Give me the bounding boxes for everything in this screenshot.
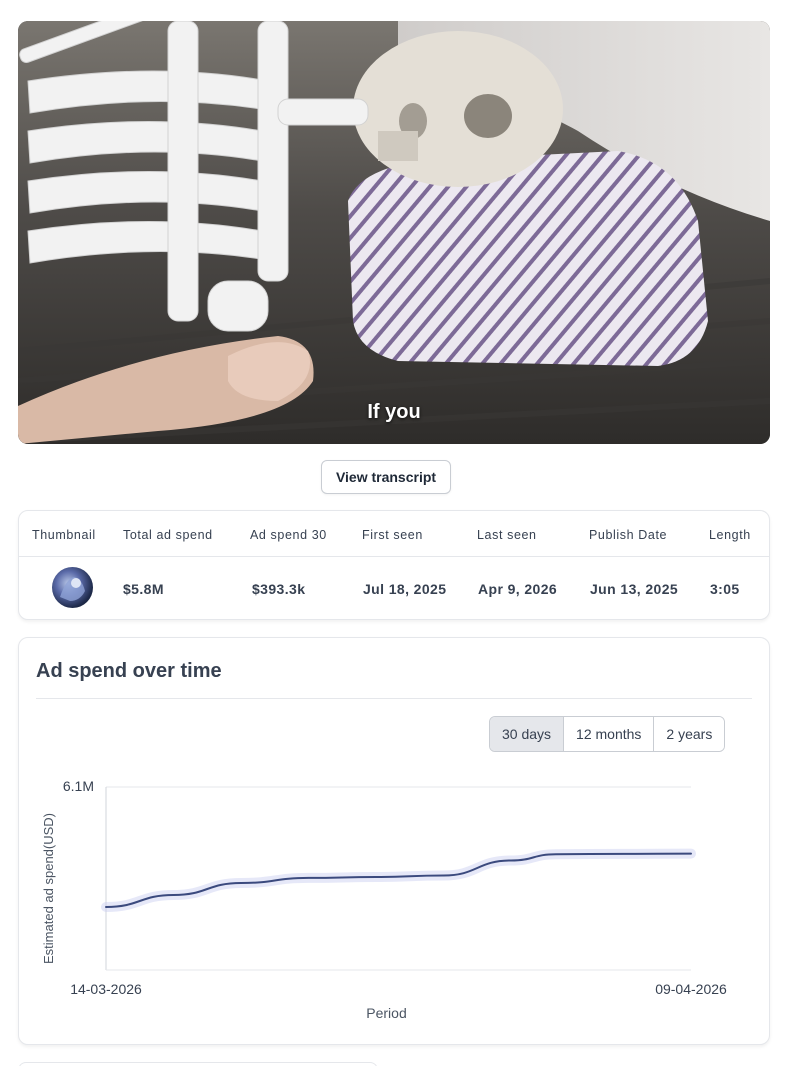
last-seen-value: Apr 9, 2026 [478, 581, 558, 597]
header-length: Length [709, 528, 751, 542]
ad-spend-line-chart: 6.1M 14-03-2026 09-04-2026 Period Estimated … [41, 778, 727, 1021]
video-player[interactable]: If you [18, 21, 770, 444]
x-tick-label-start: 14-03-2026 [70, 981, 142, 997]
header-thumbnail: Thumbnail [32, 528, 96, 542]
ad-spend-chart-card: Ad spend over time 30 days 12 months 2 y… [18, 637, 770, 1045]
y-tick-label: 6.1M [63, 778, 94, 794]
header-first-seen: First seen [362, 528, 423, 542]
total-ad-spend-value: $5.8M [123, 581, 164, 597]
header-last-seen: Last seen [477, 528, 537, 542]
x-axis-title: Period [366, 1005, 406, 1021]
ad-stats-table: Thumbnail Total ad spend Ad spend 30 Fir… [18, 510, 770, 620]
header-ad-spend-30: Ad spend 30 [250, 528, 327, 542]
video-caption: If you [367, 401, 421, 423]
video-frame [18, 21, 770, 444]
ad-spend-30-value: $393.3k [252, 581, 306, 597]
header-publish-date: Publish Date [589, 528, 668, 542]
video-thumbnail[interactable] [52, 567, 93, 608]
length-value: 3:05 [710, 581, 740, 597]
y-axis-title: Estimated ad spend(USD) [41, 813, 56, 964]
header-total-ad-spend: Total ad spend [123, 528, 213, 542]
stats-header-row: Thumbnail Total ad spend Ad spend 30 Fir… [19, 511, 769, 557]
series-line-glow [101, 848, 696, 912]
view-transcript-button[interactable]: View transcript [321, 460, 451, 494]
first-seen-value: Jul 18, 2025 [363, 581, 447, 597]
next-card-edge [18, 1062, 378, 1066]
publish-date-value: Jun 13, 2025 [590, 581, 679, 597]
x-tick-label-end: 09-04-2026 [655, 981, 727, 997]
